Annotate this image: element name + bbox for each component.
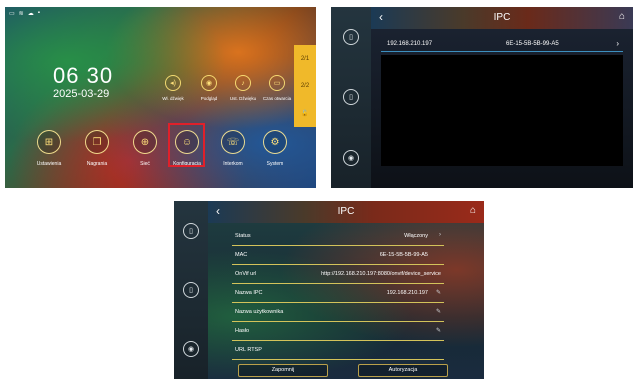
indoor-unit-icon[interactable]: ▯ [183,222,199,239]
detail-panel: Status Włączony › MAC 6E-15-5B-5B-99-A5 … [208,223,484,379]
speaker-icon: ◂) [165,75,181,91]
door-station-icon[interactable]: ▯ [343,89,359,106]
monitor-icon: ▭ [269,75,285,91]
row-label: URL RTSP [235,347,262,353]
list-empty-area [381,55,623,166]
row-value: 6E-15-5B-5B-99-A5 [379,252,428,258]
side-panel: 2/1 2/2 🔓 [294,45,316,127]
globe-icon: ⊕ [133,130,157,154]
page-title: IPC [337,206,355,217]
row-rtsp-url: URL RTSP [232,341,444,360]
door-station-icon[interactable]: ▯ [183,281,199,298]
settings-list: Status Włączony › MAC 6E-15-5B-5B-99-A5 … [232,227,444,360]
row-label: Hasło [235,328,250,334]
side-button-2[interactable]: 2/2 [301,83,309,89]
menu-network[interactable]: ⊕ Sieć [122,130,168,167]
status-bar: ▭ ≋ ☁ ▪ [9,10,40,17]
quick-action-sound[interactable]: ◂) Wł. dźwięk [153,75,193,101]
forget-button[interactable]: Zapomnij [238,364,328,377]
row-label: Nazwa użytkownika [235,309,284,315]
action-buttons: Zapomnij Autoryzacja [238,364,448,377]
selection-highlight [168,123,205,167]
clock-time: 06 30 [53,63,114,88]
authorize-button[interactable]: Autoryzacja [358,364,448,377]
row-username[interactable]: Nazwa użytkownika ✎ [232,303,444,322]
row-password[interactable]: Hasło ✎ [232,322,444,341]
header-bar: ‹ IPC ⌂ [208,201,484,223]
row-label: Nazwa IPC [235,290,263,296]
tablet-icon: ▭ [9,11,15,17]
menu-intercom[interactable]: ☏ Interkom [210,130,256,167]
camera-icon[interactable]: ◉ [183,341,199,358]
ipc-ip: 192.168.210.197 [387,41,433,47]
menu-recordings[interactable]: ❐ Nagrania [74,130,120,167]
side-rail: ▯ ▯ ◉ [331,7,371,188]
edit-icon[interactable]: ✎ [436,327,441,334]
row-value: Włączony [404,233,428,239]
quick-action-open-time[interactable]: ▭ Czas otwarcia [257,75,297,101]
lock-icon[interactable]: 🔓 [301,110,308,117]
header-bar: ‹ IPC ⌂ [371,7,633,29]
location-icon: ◉ [201,75,217,91]
grid-icon: ⊞ [37,130,61,154]
quick-action-label: Wł. dźwięk [162,96,184,101]
camera-icon[interactable]: ◉ [343,149,359,166]
edit-icon[interactable]: ✎ [436,289,441,296]
menu-label: Nagrania [86,161,108,167]
menu-label: Interkom [223,161,243,167]
home-icon[interactable]: ⌂ [470,205,476,216]
clock-date: 2025-03-29 [53,88,110,100]
row-value: 192.168.210.197 [386,290,428,296]
menu-label: Ustawienia [36,161,62,167]
row-ipc-name[interactable]: Nazwa IPC 192.168.210.197 ✎ [232,284,444,303]
side-rail: ▯ ▯ ◉ [174,201,208,379]
row-value: http://192.168.210.197:8080/onvif/device… [321,271,441,277]
row-label: OnVif url [235,271,257,277]
quick-action-label: Czas otwarcia [262,96,292,101]
book-icon: ❐ [85,130,109,154]
indoor-unit-icon[interactable]: ▯ [343,29,359,46]
menu-label: System [266,161,284,167]
home-screen: ▭ ≋ ☁ ▪ 06 30 2025-03-29 ◂) Wł. dźwięk ◉… [5,7,316,188]
menu-system[interactable]: ⚙ System [252,130,298,167]
music-icon: ♪ [235,75,251,91]
menu-settings[interactable]: ⊞ Ustawienia [26,130,72,167]
row-mac: MAC 6E-15-5B-5B-99-A5 [232,246,444,265]
ipc-detail-screen: ▯ ▯ ◉ ‹ IPC ⌂ Status Włączony › MAC 6E-1… [174,201,484,379]
row-onvif-url: OnVif url http://192.168.210.197:8080/on… [232,265,444,284]
chevron-right-icon: › [439,232,441,238]
ipc-list: 192.168.210.197 6E-15-5B-5B-99-A5 › [371,29,633,188]
menu-label: Sieć [140,161,150,167]
gear-icon: ⚙ [263,130,287,154]
intercom-icon: ☏ [221,130,245,154]
row-label: Status [235,233,251,239]
edit-icon[interactable]: ✎ [436,308,441,315]
home-icon[interactable]: ⌂ [619,11,625,22]
row-status[interactable]: Status Włączony › [232,227,444,246]
chevron-right-icon: › [616,39,619,48]
page-title: IPC [493,12,511,23]
cloud-icon: ☁ [27,11,34,17]
row-label: MAC [235,252,248,258]
side-button-1[interactable]: 2/1 [301,56,309,62]
sd-card-icon: ▪ [37,10,40,16]
list-item[interactable]: 192.168.210.197 6E-15-5B-5B-99-A5 › [381,39,623,52]
ipc-list-screen: ▯ ▯ ◉ ‹ IPC ⌂ 192.168.210.197 6E-15-5B-5… [331,7,633,188]
ipc-mac: 6E-15-5B-5B-99-A5 [506,41,559,47]
wifi-icon: ≋ [18,11,24,17]
